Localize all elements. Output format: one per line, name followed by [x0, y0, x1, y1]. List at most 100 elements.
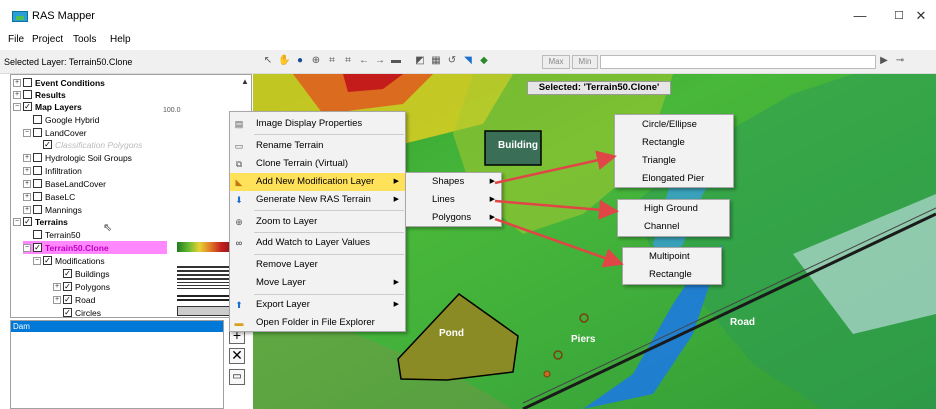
delete-icon[interactable]: ✕ — [229, 348, 245, 364]
shape-rectangle[interactable]: Rectangle — [615, 134, 733, 152]
menu-project[interactable]: Project — [32, 34, 63, 45]
zoom-full-icon[interactable]: ⌗ — [326, 55, 338, 67]
checkbox[interactable] — [33, 115, 42, 124]
checkbox-checked[interactable]: ✓ — [33, 243, 42, 252]
cube-icon[interactable]: ◆ — [478, 55, 490, 67]
shape-elongated-pier[interactable]: Elongated Pier — [615, 170, 733, 188]
checkbox-checked[interactable]: ✓ — [63, 269, 72, 278]
checkbox[interactable] — [33, 192, 42, 201]
menu-file[interactable]: File — [8, 34, 24, 45]
tree-classification-polygons[interactable]: ✓ Classification Polygons — [43, 138, 142, 151]
line-high-ground[interactable]: High Ground — [618, 200, 729, 218]
raster-icon[interactable]: ▦ — [430, 55, 442, 67]
tree-polygons[interactable]: + ✓ Polygons — [53, 280, 110, 293]
collapse-icon[interactable]: − — [13, 217, 21, 226]
shape-circle-ellipse[interactable]: Circle/Ellipse — [615, 116, 733, 134]
collapse-icon[interactable]: − — [23, 243, 31, 252]
water-icon[interactable]: ◥ — [462, 55, 474, 67]
tree-modifications[interactable]: − ✓ Modifications — [33, 254, 105, 267]
zoom-extent-icon[interactable]: ⌗ — [342, 55, 354, 67]
tree-infiltration[interactable]: + Infiltration — [23, 164, 82, 177]
checkbox[interactable] — [33, 230, 42, 239]
dam-header[interactable]: Dam — [11, 321, 223, 332]
tree-terrains[interactable]: − ✓ Terrains — [13, 215, 68, 228]
submenu-polygons[interactable]: Polygons ▶ — [406, 209, 501, 227]
expand-icon[interactable]: + — [53, 295, 61, 304]
close-button[interactable]: ✕ — [906, 6, 936, 26]
menu-add-new-modification-layer[interactable]: ◣ Add New Modification Layer ▶ — [230, 173, 405, 191]
shape-triangle[interactable]: Triangle — [615, 152, 733, 170]
tree-terrain50[interactable]: Terrain50 — [33, 228, 80, 241]
expand-icon[interactable]: + — [23, 179, 31, 188]
window-icon[interactable]: ▭ — [229, 369, 245, 385]
line-channel[interactable]: Channel — [618, 218, 729, 236]
tree-hydrologic-soil-groups[interactable]: + Hydrologic Soil Groups — [23, 151, 132, 164]
menu-rename-terrain[interactable]: ▭ Rename Terrain — [230, 137, 405, 155]
menu-open-folder[interactable]: ▬ Open Folder in File Explorer — [230, 314, 405, 332]
tree-google-hybrid[interactable]: Google Hybrid — [33, 113, 99, 126]
checkbox[interactable] — [23, 78, 32, 87]
vector-icon[interactable]: ↺ — [446, 55, 458, 67]
menu-clone-terrain[interactable]: ⧉ Clone Terrain (Virtual) — [230, 155, 405, 173]
min-button[interactable]: Min — [572, 55, 598, 69]
checkbox-checked[interactable]: ✓ — [63, 295, 72, 304]
menu-add-watch[interactable]: ∞ Add Watch to Layer Values — [230, 234, 405, 252]
checkbox-checked[interactable]: ✓ — [43, 140, 52, 149]
expand-icon[interactable]: + — [23, 192, 31, 201]
checkbox[interactable] — [33, 205, 42, 214]
checkbox-checked[interactable]: ✓ — [63, 282, 72, 291]
expand-icon[interactable]: + — [13, 90, 21, 99]
tree-road[interactable]: + ✓ Road — [53, 293, 95, 306]
forward-arrow-icon[interactable]: → — [374, 55, 386, 67]
polygon-multipoint[interactable]: Multipoint — [623, 248, 721, 266]
expand-icon[interactable]: + — [53, 282, 61, 291]
zoom-in-icon[interactable]: ⊕ — [310, 55, 322, 67]
menu-move-layer[interactable]: Move Layer ▶ — [230, 274, 405, 292]
pin-icon[interactable]: ⊸ — [894, 55, 906, 67]
expand-icon[interactable]: + — [23, 153, 31, 162]
expand-icon[interactable]: + — [23, 166, 31, 175]
checkbox[interactable] — [33, 166, 42, 175]
profile-icon[interactable]: ◩ — [414, 55, 426, 67]
collapse-icon[interactable]: − — [23, 128, 31, 137]
menu-label: Add Watch to Layer Values — [256, 237, 371, 248]
checkbox[interactable] — [33, 153, 42, 162]
submenu-shapes[interactable]: Shapes ▶ — [406, 173, 501, 191]
measure-icon[interactable]: ▬ — [390, 55, 402, 67]
tree-map-layers[interactable]: − ✓ Map Layers — [13, 100, 82, 113]
checkbox-checked[interactable]: ✓ — [63, 308, 72, 317]
menu-zoom-to-layer[interactable]: ⊕ Zoom to Layer — [230, 213, 405, 231]
play-icon[interactable]: ▶ — [878, 55, 890, 67]
checkbox[interactable] — [23, 90, 32, 99]
checkbox-checked[interactable]: ✓ — [23, 102, 32, 111]
menu-image-display-properties[interactable]: ▤ Image Display Properties — [230, 115, 405, 133]
minimize-button[interactable]: — — [845, 6, 875, 26]
checkbox[interactable] — [33, 128, 42, 137]
polygon-rectangle[interactable]: Rectangle — [623, 266, 721, 284]
checkbox[interactable] — [33, 179, 42, 188]
expand-icon[interactable]: + — [13, 78, 21, 87]
tree-buildings[interactable]: ✓ Buildings — [63, 267, 110, 280]
checkbox-checked[interactable]: ✓ — [43, 256, 52, 265]
scroll-up-icon[interactable]: ▲ — [241, 77, 249, 86]
expand-icon[interactable]: + — [23, 205, 31, 214]
max-button[interactable]: Max — [542, 55, 570, 69]
menu-help[interactable]: Help — [110, 34, 131, 45]
menu-tools[interactable]: Tools — [73, 34, 96, 45]
collapse-icon[interactable]: − — [13, 102, 21, 111]
pan-hand-icon[interactable]: ✋ — [278, 55, 290, 67]
tree-baselandcover[interactable]: + BaseLandCover — [23, 177, 106, 190]
checkbox-checked[interactable]: ✓ — [23, 217, 32, 226]
tree-circles[interactable]: ✓ Circles — [63, 306, 101, 317]
submenu-lines[interactable]: Lines ▶ — [406, 191, 501, 209]
menu-export-layer[interactable]: ⬆ Export Layer ▶ — [230, 296, 405, 314]
collapse-icon[interactable]: − — [33, 256, 41, 265]
pointer-icon[interactable]: ↖ — [262, 55, 274, 67]
menu-generate-new-ras-terrain[interactable]: ⬇ Generate New RAS Terrain ▶ — [230, 191, 405, 209]
tree-baselc[interactable]: + BaseLC — [23, 190, 75, 203]
menu-remove-layer[interactable]: Remove Layer — [230, 256, 405, 274]
tree-terrain50-clone[interactable]: − ✓ Terrain50.Clone — [23, 241, 167, 254]
back-arrow-icon[interactable]: ← — [358, 55, 370, 67]
globe-icon[interactable]: ● — [294, 55, 306, 67]
time-slider[interactable] — [600, 55, 876, 69]
